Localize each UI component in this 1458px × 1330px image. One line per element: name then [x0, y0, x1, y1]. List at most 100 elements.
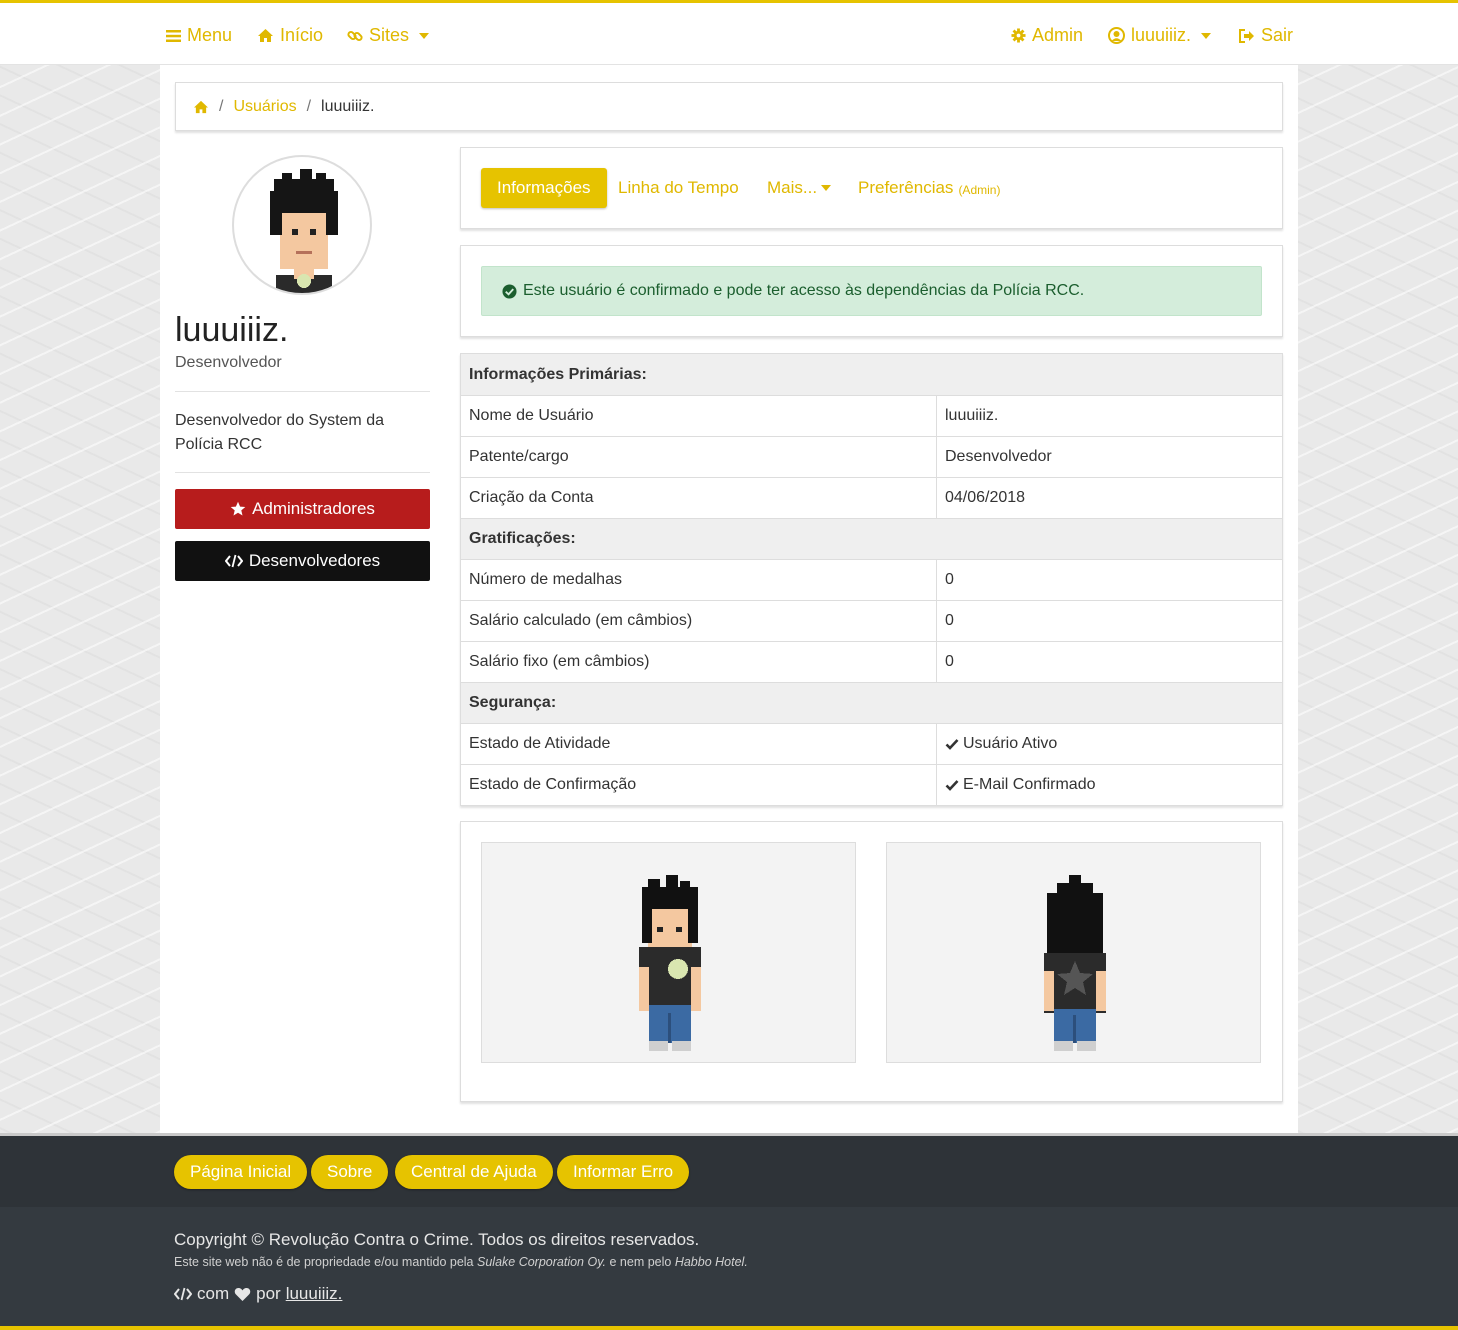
avatar-figures-panel [460, 821, 1283, 1102]
row-label: Nome de Usuário [461, 396, 937, 436]
habbo-avatar-front-image [639, 875, 701, 1051]
avatar-front-box [481, 842, 856, 1063]
user-circle-icon [1108, 27, 1125, 44]
section-title: Informações Primárias: [469, 365, 647, 383]
alert-panel: Este usuário é confirmado e pode ter ace… [460, 245, 1283, 337]
footer-copyright: Copyright © Revolução Contra o Crime. To… [174, 1230, 700, 1249]
table-row: Estado de Atividade Usuário Ativo [461, 723, 1282, 764]
table-section-header: Gratificações: [461, 518, 1282, 559]
user-info-table: Informações Primárias: Nome de Usuário lu… [460, 353, 1283, 806]
caret-down-icon [1201, 32, 1212, 39]
profile-name: luuuiiiz. [175, 311, 289, 349]
table-section-header: Informações Primárias: [461, 354, 1282, 395]
caret-down-icon [419, 32, 430, 39]
row-value: 0 [945, 571, 954, 588]
top-navbar: Menu Início Sites Admin luuuiiiz. Sair [0, 0, 1458, 65]
habbo-avatar-back-image [1044, 875, 1106, 1051]
table-row: Estado de Confirmação E-Mail Confirmado [461, 764, 1282, 805]
credits-por: por [256, 1284, 281, 1303]
footer-link-home[interactable]: Página Inicial [174, 1155, 308, 1189]
footer-link-about[interactable]: Sobre [311, 1155, 389, 1189]
row-value: 0 [945, 653, 954, 670]
sign-out-icon [1239, 28, 1254, 43]
table-row: Criação da Conta 04/06/2018 [461, 477, 1282, 518]
disclaimer-prefix: Este site web não é de propriedade e/ou … [174, 1255, 474, 1269]
disclaimer-company: Sulake Corporation Oy. [477, 1255, 606, 1269]
table-row: Salário calculado (em câmbios) 0 [461, 600, 1282, 641]
table-section-header: Segurança: [461, 682, 1282, 723]
tab-mais-label: Mais... [767, 178, 818, 197]
credits-author-link[interactable]: luuuiiiz. [286, 1284, 343, 1304]
tab-informacoes-label: Informações [497, 178, 591, 197]
row-value: Desenvolvedor [945, 448, 1052, 465]
administrators-button[interactable]: Administradores [175, 489, 430, 529]
profile-tabs: Informações Linha do Tempo Mais... Prefe… [460, 147, 1283, 229]
tab-mais-dropdown[interactable]: Mais... [767, 168, 832, 208]
check-circle-icon [502, 283, 517, 299]
table-row: Salário fixo (em câmbios) 0 [461, 641, 1282, 682]
row-label: Salário calculado (em câmbios) [461, 601, 937, 641]
confirmed-alert: Este usuário é confirmado e pode ter ace… [481, 266, 1262, 316]
nav-logout[interactable]: Sair [1238, 25, 1293, 46]
home-icon [258, 29, 273, 42]
main-container: / Usuários / luuuiiiz. luuuiiiz. Desenvo… [160, 65, 1298, 1133]
breadcrumb-users-link[interactable]: Usuários [233, 98, 296, 116]
row-value-cell: E-Mail Confirmado [937, 765, 1282, 805]
row-value: 04/06/2018 [945, 489, 1026, 506]
habbo-avatar-head-image [270, 169, 338, 293]
home-icon[interactable] [193, 100, 209, 114]
nav-user-dropdown[interactable]: luuuiiiz. [1108, 25, 1212, 46]
section-title: Gratificações: [469, 530, 576, 547]
nav-menu-label: Menu [187, 25, 233, 45]
credits-com: com [197, 1284, 230, 1303]
row-label: Estado de Confirmação [461, 765, 937, 805]
nav-inicio-label: Início [280, 25, 324, 45]
code-icon [174, 1287, 192, 1301]
link-icon [347, 30, 363, 41]
tab-preferencias-label: Preferências [858, 178, 954, 197]
developers-button-label: Desenvolvedores [248, 551, 381, 570]
row-value: Usuário Ativo [963, 735, 1058, 752]
avatar [232, 155, 372, 295]
footer-link-report[interactable]: Informar Erro [557, 1155, 690, 1189]
check-icon [945, 780, 959, 791]
tab-linha-do-tempo[interactable]: Linha do Tempo [618, 168, 739, 208]
table-row: Patente/cargo Desenvolvedor [461, 436, 1282, 477]
table-row: Nome de Usuário luuuiiiz. [461, 395, 1282, 436]
section-title: Segurança: [469, 694, 557, 711]
nav-sites-dropdown[interactable]: Sites [347, 25, 430, 46]
nav-inicio[interactable]: Início [257, 25, 323, 46]
nav-menu[interactable]: Menu [166, 25, 232, 46]
disclaimer-hotel: Habbo Hotel. [674, 1255, 748, 1269]
row-label: Patente/cargo [461, 437, 937, 477]
check-icon [945, 739, 959, 750]
footer-disclaimer: Este site web não é de propriedade e/ou … [174, 1255, 748, 1269]
gear-icon [1011, 28, 1026, 43]
row-value-cell: Usuário Ativo [937, 724, 1282, 764]
row-label: Número de medalhas [461, 560, 937, 600]
profile-role: Desenvolvedor [175, 354, 282, 371]
administrators-button-label: Administradores [252, 499, 375, 518]
tab-informacoes[interactable]: Informações [481, 168, 607, 208]
breadcrumb: / Usuários / luuuiiiz. [175, 82, 1283, 131]
nav-sites-label: Sites [369, 25, 410, 45]
nav-admin-label: Admin [1032, 25, 1084, 45]
divider [175, 391, 430, 392]
row-value: luuuiiiz. [945, 407, 999, 424]
divider [175, 472, 430, 473]
row-label: Salário fixo (em câmbios) [461, 642, 937, 682]
nav-user-label: luuuiiiz. [1131, 25, 1192, 45]
row-value: 0 [945, 612, 954, 629]
nav-logout-label: Sair [1261, 25, 1294, 45]
row-label: Criação da Conta [461, 478, 937, 518]
profile-bio: Desenvolvedor do System da Polícia RCC [175, 412, 384, 453]
developers-button[interactable]: Desenvolvedores [175, 541, 430, 581]
breadcrumb-current: luuuiiiz. [321, 97, 375, 115]
table-row: Número de medalhas 0 [461, 559, 1282, 600]
breadcrumb-separator: / [219, 97, 224, 115]
footer-link-help[interactable]: Central de Ajuda [395, 1155, 553, 1189]
tab-linha-do-tempo-label: Linha do Tempo [618, 178, 739, 197]
nav-admin[interactable]: Admin [1011, 25, 1083, 46]
footer-links-bar: Página Inicial Sobre Central de Ajuda In… [0, 1133, 1458, 1207]
tab-preferencias[interactable]: Preferências (Admin) [858, 168, 1000, 208]
